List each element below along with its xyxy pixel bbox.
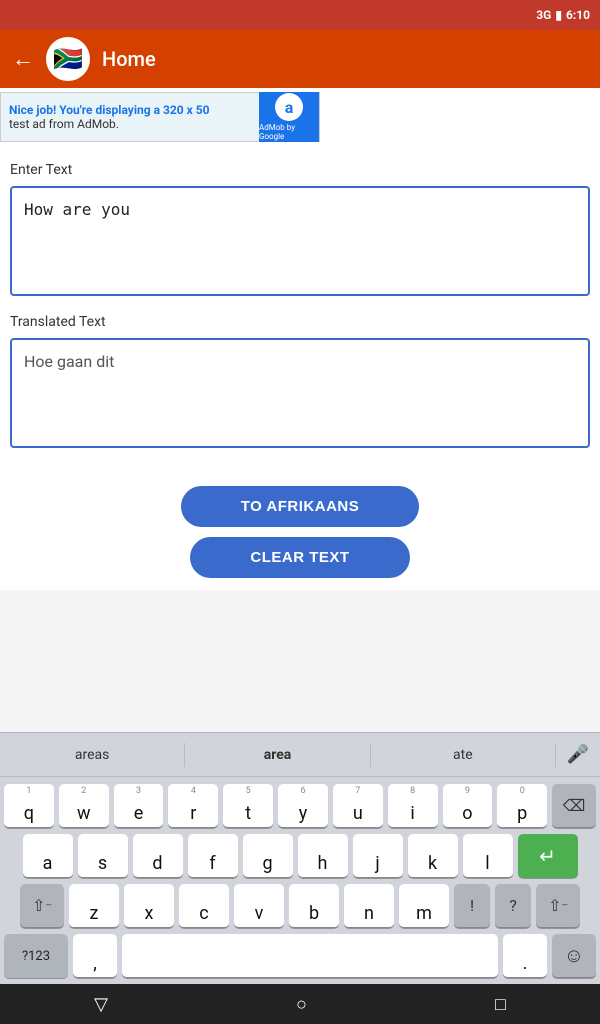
keyboard-row3: ⇧— z x c v b n m ! ? ⇧— [0, 881, 600, 931]
ad-by-text: AdMob by Google [259, 123, 319, 141]
nav-recent-icon[interactable]: □ [495, 994, 506, 1015]
key-n[interactable]: n [344, 884, 394, 928]
nav-back-icon[interactable]: ▽ [94, 994, 108, 1015]
key-k[interactable]: k [408, 834, 458, 878]
suggestion-areas[interactable]: areas [0, 743, 185, 767]
key-space[interactable] [122, 934, 498, 978]
key-question[interactable]: ? [495, 884, 531, 928]
key-q[interactable]: 1q [4, 784, 54, 828]
ad-logo-circle: a [275, 93, 303, 121]
key-numbers-toggle[interactable]: ?123 [4, 934, 68, 978]
key-num-3: 3 [114, 786, 164, 796]
key-u[interactable]: 7u [333, 784, 383, 828]
key-m[interactable]: m [399, 884, 449, 928]
time-display: 6:10 [566, 8, 590, 22]
key-b[interactable]: b [289, 884, 339, 928]
ad-line1-rest: You're displaying a 320 x 50 [56, 103, 209, 117]
ad-text: Nice job! You're displaying a 320 x 50 t… [1, 97, 259, 137]
ad-logo-box: a AdMob by Google [259, 92, 319, 142]
key-f[interactable]: f [188, 834, 238, 878]
key-w[interactable]: 2w [59, 784, 109, 828]
key-exclaim[interactable]: ! [454, 884, 490, 928]
key-num-8: 8 [388, 786, 438, 796]
key-emoji[interactable]: ☺ [552, 934, 596, 978]
suggestion-area[interactable]: area [185, 743, 370, 767]
back-button[interactable]: ← [12, 46, 34, 72]
key-t[interactable]: 5t [223, 784, 273, 828]
key-i[interactable]: 8i [388, 784, 438, 828]
key-period[interactable]: . [503, 934, 547, 978]
key-v[interactable]: v [234, 884, 284, 928]
suggestions-row: areas area ate 🎤 [0, 733, 600, 777]
status-bar: 3G ▮ 6:10 [0, 0, 600, 30]
top-bar: ← 🇿🇦 Home [0, 30, 600, 88]
key-j[interactable]: j [353, 834, 403, 878]
ad-nicejob: Nice job! [9, 103, 56, 117]
key-backspace[interactable]: ⌫ [552, 784, 596, 828]
key-num-5: 5 [223, 786, 273, 796]
key-num-6: 6 [278, 786, 328, 796]
ad-banner: Nice job! You're displaying a 320 x 50 t… [0, 92, 320, 142]
ad-line1: Nice job! You're displaying a 320 x 50 [9, 103, 251, 117]
key-l[interactable]: l [463, 834, 513, 878]
key-h[interactable]: h [298, 834, 348, 878]
keyboard-row2: a s d f g h j k l ↵ [0, 831, 600, 881]
key-num-2: 2 [59, 786, 109, 796]
key-comma[interactable]: , [73, 934, 117, 978]
signal-indicator: 3G [536, 8, 551, 22]
key-num-0: 0 [497, 786, 547, 796]
enter-text-label: Enter Text [10, 162, 590, 178]
keyboard-bottom-row: ?123 , . ☺ [0, 931, 600, 984]
key-e[interactable]: 3e [114, 784, 164, 828]
action-buttons: TO AFRIKAANS CLEAR TEXT [0, 478, 600, 590]
translated-text-label: Translated Text [10, 314, 590, 330]
enter-text-input[interactable]: How are you [10, 186, 590, 296]
key-shift-left[interactable]: ⇧— [20, 884, 64, 928]
app-title: Home [102, 47, 156, 71]
nav-home-icon[interactable]: ○ [296, 994, 307, 1015]
battery-icon: ▮ [555, 8, 562, 22]
key-x[interactable]: x [124, 884, 174, 928]
key-d[interactable]: d [133, 834, 183, 878]
translated-text-display: Hoe gaan dit [10, 338, 590, 448]
key-r[interactable]: 4r [168, 784, 218, 828]
key-g[interactable]: g [243, 834, 293, 878]
key-num-4: 4 [168, 786, 218, 796]
to-afrikaans-button[interactable]: TO AFRIKAANS [181, 486, 420, 527]
key-enter[interactable]: ↵ [518, 834, 578, 878]
key-z[interactable]: z [69, 884, 119, 928]
nav-bar: ▽ ○ □ [0, 984, 600, 1024]
key-c[interactable]: c [179, 884, 229, 928]
status-icons: 3G ▮ 6:10 [536, 8, 590, 22]
key-num-7: 7 [333, 786, 383, 796]
key-shift-right[interactable]: ⇧— [536, 884, 580, 928]
keyboard: areas area ate 🎤 1q 2w 3e 4r 5t 6y 7u 8i… [0, 732, 600, 984]
flag-emoji: 🇿🇦 [53, 45, 83, 73]
key-y[interactable]: 6y [278, 784, 328, 828]
key-p[interactable]: 0p [497, 784, 547, 828]
clear-text-button[interactable]: CLEAR TEXT [190, 537, 409, 578]
key-num-1: 1 [4, 786, 54, 796]
flag-logo: 🇿🇦 [46, 37, 90, 81]
keyboard-row1: 1q 2w 3e 4r 5t 6y 7u 8i 9o 0p ⌫ [0, 781, 600, 831]
key-a[interactable]: a [23, 834, 73, 878]
mic-icon[interactable]: 🎤 [556, 744, 600, 765]
key-o[interactable]: 9o [443, 784, 493, 828]
key-s[interactable]: s [78, 834, 128, 878]
main-content: Enter Text How are you Translated Text H… [0, 146, 600, 478]
ad-line2: test ad from AdMob. [9, 117, 251, 131]
suggestion-ate[interactable]: ate [371, 743, 556, 767]
key-num-9: 9 [443, 786, 493, 796]
